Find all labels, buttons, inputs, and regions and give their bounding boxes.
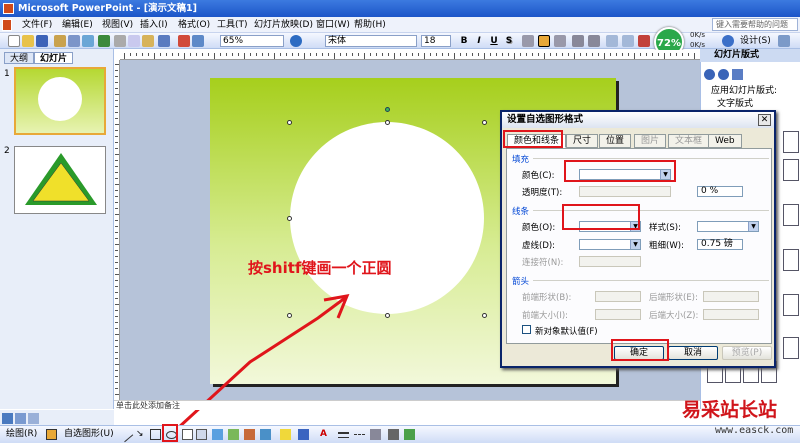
end-size-label: 后端大小(Z): [649,311,699,321]
picture-icon[interactable] [260,429,271,440]
end-size-select[interactable] [703,309,759,320]
arrow-style-icon[interactable] [370,429,381,440]
line-section-label: 线条 [512,207,530,217]
transparency-label: 透明度(T): [522,188,563,198]
diagram-icon[interactable] [228,429,239,440]
slideshow-view-icon[interactable] [28,413,39,424]
end-style-label: 后端形状(E): [649,293,698,303]
notes-pane[interactable]: 单击此处添加备注 [114,400,700,410]
dash-style-icon[interactable] [354,434,365,437]
drawing-toolbar: 绘图(R) 自选图形(U) ↘ A [0,425,800,443]
transparency-input[interactable]: 0 % [697,186,743,197]
font-color-text-icon[interactable]: A [318,429,329,440]
dash-select[interactable]: ▼ [579,239,641,250]
wordart-icon[interactable] [212,429,223,440]
line-color-highlight [562,204,640,230]
layout-thumbnail[interactable] [783,131,799,153]
layout-thumbnail[interactable] [783,337,799,359]
section-divider [533,158,769,159]
draw-menu-button[interactable]: 绘图(R) [6,429,37,440]
dialog-title: 设置自选图形格式 [502,112,774,128]
layout-thumbnail[interactable] [783,294,799,316]
3d-style-icon[interactable] [404,429,415,440]
normal-view-icon[interactable] [2,413,13,424]
rectangle-icon[interactable] [150,429,161,440]
connector-select[interactable] [579,256,641,267]
forward-icon[interactable] [718,69,729,80]
colors-tab-highlight [503,130,563,148]
begin-size-label: 前端大小(I): [522,311,569,321]
oval-tool-highlight [162,424,178,442]
fill-color-highlight [564,160,676,182]
dash-label: 虚线(D): [522,241,556,251]
line-color-label: 颜色(O): [522,223,556,233]
preview-button[interactable]: 预览(P) [722,346,772,360]
line-style-icon[interactable] [338,432,349,438]
chevron-down-icon: ▼ [748,222,758,231]
line-icon[interactable] [117,426,134,443]
default-checkbox[interactable] [522,325,531,334]
cancel-button[interactable]: 取消 [668,346,718,360]
tab-size[interactable]: 尺寸 [566,134,599,148]
text-layouts-label: 文字版式 [717,99,754,109]
begin-style-label: 前端形状(B): [522,293,572,303]
home-icon[interactable] [732,69,743,80]
weight-input[interactable]: 0.75 磅 [697,239,743,250]
task-pane-title: 幻灯片版式 [700,49,800,62]
textbox-icon[interactable] [182,429,193,440]
sorter-view-icon[interactable] [15,413,26,424]
layout-thumbnail[interactable] [783,159,799,181]
shadow-style-icon[interactable] [388,429,399,440]
layout-thumbnail[interactable] [783,249,799,271]
tab-picture[interactable]: 图片 [634,134,667,148]
ok-button-highlight [611,339,669,361]
section-divider [533,280,769,281]
fill-color-label: 颜色(C): [522,171,555,181]
transparency-slider[interactable] [579,186,671,197]
autoshapes-menu-button[interactable]: 自选图形(U) [64,429,114,440]
line-style-label: 样式(S): [649,223,681,233]
arrow-icon[interactable]: ↘ [136,429,147,440]
line-style-select[interactable]: ▼ [697,221,759,232]
chevron-down-icon: ▼ [630,240,640,249]
vertical-textbox-icon[interactable] [196,429,207,440]
begin-style-select[interactable] [595,291,641,302]
select-objects-icon[interactable] [46,429,57,440]
clipart-icon[interactable] [244,429,255,440]
end-style-select[interactable] [703,291,759,302]
view-buttons [0,410,114,425]
arrow-section-label: 箭头 [512,277,530,287]
layout-thumbnail[interactable] [783,204,799,226]
close-icon[interactable]: ✕ [758,114,771,126]
site-watermark-url: www.easck.com [715,425,794,436]
tab-textbox[interactable]: 文本框 [668,134,710,148]
weight-label: 粗细(W): [649,241,684,251]
default-checkbox-label: 新对象默认值(F) [535,327,598,337]
begin-size-select[interactable] [595,309,641,320]
site-watermark: 易采站长站 [682,399,778,421]
tab-position[interactable]: 位置 [599,134,632,148]
apply-layout-label: 应用幻灯片版式: [711,86,778,96]
tab-web[interactable]: Web [708,134,742,148]
back-icon[interactable] [704,69,715,80]
fill-section-label: 填充 [512,155,530,165]
format-autoshape-dialog: 设置自选图形格式 ✕ 颜色和线条 尺寸 位置 图片 文本框 Web 填充 颜色(… [500,110,776,368]
connector-label: 连接符(N): [522,258,564,268]
fill-color-icon[interactable] [280,429,291,440]
line-color-icon[interactable] [298,429,309,440]
